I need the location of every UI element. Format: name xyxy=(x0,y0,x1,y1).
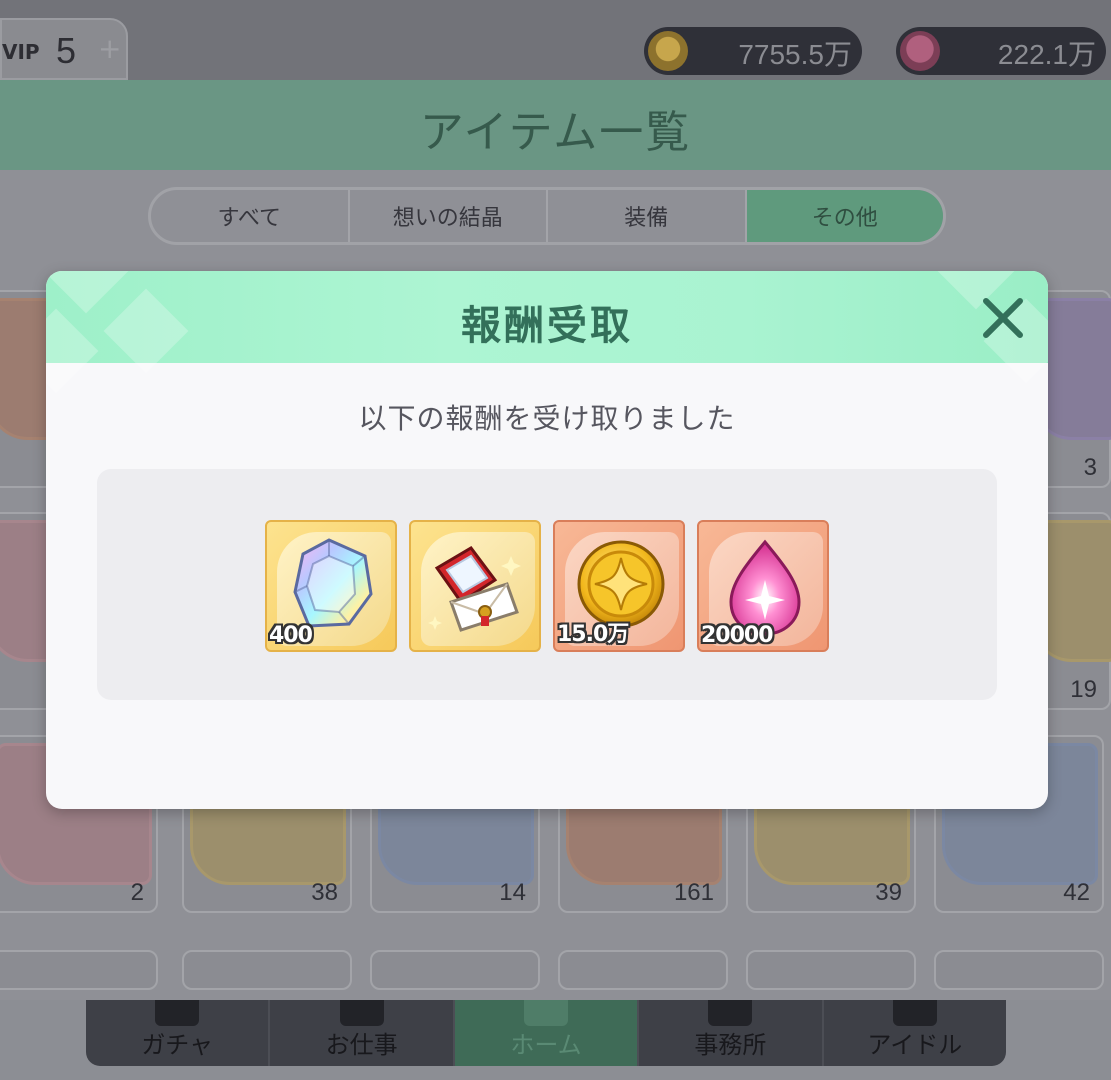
item-count: 14 xyxy=(499,879,526,906)
bottom-navigation: ガチャ お仕事 ホーム 事務所 アイドル xyxy=(86,1000,1006,1066)
vip-badge[interactable]: VIP 5 + xyxy=(0,18,128,80)
reward-dialog: 報酬受取 以下の報酬を受け取りました 400 15.0万 20000 xyxy=(46,271,1048,809)
vip-label: VIP xyxy=(2,40,40,64)
screen-title: アイテム一覧 xyxy=(419,107,692,158)
tab-all[interactable]: すべて xyxy=(151,190,350,242)
item-cell[interactable] xyxy=(370,950,540,990)
nav-work-label: お仕事 xyxy=(325,1031,398,1059)
reward-frame: 400 xyxy=(265,520,397,652)
dialog-title: 報酬受取 xyxy=(461,303,633,349)
nav-gacha[interactable]: ガチャ xyxy=(86,1000,271,1066)
tab-equipment[interactable]: 装備 xyxy=(548,190,747,242)
item-cell[interactable] xyxy=(182,950,352,990)
reward-item[interactable] xyxy=(409,520,541,652)
nav-gacha-label: ガチャ xyxy=(141,1031,214,1059)
nav-idol[interactable]: アイドル xyxy=(824,1000,1006,1066)
home-icon xyxy=(524,1000,569,1026)
gem-counter[interactable]: 222.1万 xyxy=(896,27,1106,75)
reward-item[interactable]: 20000 xyxy=(697,520,829,652)
close-icon xyxy=(983,298,1023,338)
building-icon xyxy=(708,1000,753,1026)
reward-frame: 20000 xyxy=(697,520,829,652)
gem-icon xyxy=(900,31,940,71)
item-count: 38 xyxy=(311,879,338,906)
idol-icon xyxy=(892,1000,937,1026)
gem-amount: 222.1万 xyxy=(997,39,1096,70)
item-count: 19 xyxy=(1070,676,1097,703)
coin-counter[interactable]: 7755.5万 xyxy=(644,27,862,75)
item-count: 39 xyxy=(875,879,902,906)
nav-home-label: ホーム xyxy=(510,1031,582,1059)
envelope-icon xyxy=(339,1000,384,1026)
item-count: 2 xyxy=(130,879,144,906)
vip-plus-icon[interactable]: + xyxy=(98,32,126,72)
item-cell[interactable] xyxy=(746,950,916,990)
reward-item[interactable]: 15.0万 xyxy=(553,520,685,652)
nav-idol-label: アイドル xyxy=(867,1031,963,1059)
nav-home[interactable]: ホーム xyxy=(454,1000,640,1066)
coin-amount: 7755.5万 xyxy=(738,39,852,70)
dialog-message: 以下の報酬を受け取りました xyxy=(358,402,736,435)
close-button[interactable] xyxy=(978,295,1028,341)
nav-office-label: 事務所 xyxy=(694,1031,767,1059)
reward-panel xyxy=(97,469,997,700)
item-count: 3 xyxy=(1083,454,1097,481)
reward-quantity: 20000 xyxy=(701,623,774,648)
reward-item[interactable]: 400 xyxy=(265,520,397,652)
gacha-icon xyxy=(155,1000,200,1026)
item-count: 161 xyxy=(673,879,714,906)
reward-frame: 15.0万 xyxy=(553,520,685,652)
reward-quantity: 15.0万 xyxy=(557,622,629,647)
nav-office[interactable]: 事務所 xyxy=(639,1000,824,1066)
tab-crystals[interactable]: 想いの結晶 xyxy=(350,190,548,242)
item-cell[interactable] xyxy=(558,950,728,990)
gift-box-letter-icon xyxy=(428,546,521,632)
tab-other[interactable]: その他 xyxy=(746,190,943,242)
item-cell[interactable] xyxy=(934,950,1104,990)
item-cell[interactable] xyxy=(0,950,158,990)
category-tabs: すべて 想いの結晶 装備 その他 xyxy=(148,187,946,245)
vip-level: 5 xyxy=(56,30,77,71)
item-count: 42 xyxy=(1063,879,1090,906)
reward-quantity: 400 xyxy=(269,623,313,648)
reward-frame xyxy=(409,520,541,652)
coin-icon xyxy=(648,31,688,71)
nav-work[interactable]: お仕事 xyxy=(270,1000,455,1066)
